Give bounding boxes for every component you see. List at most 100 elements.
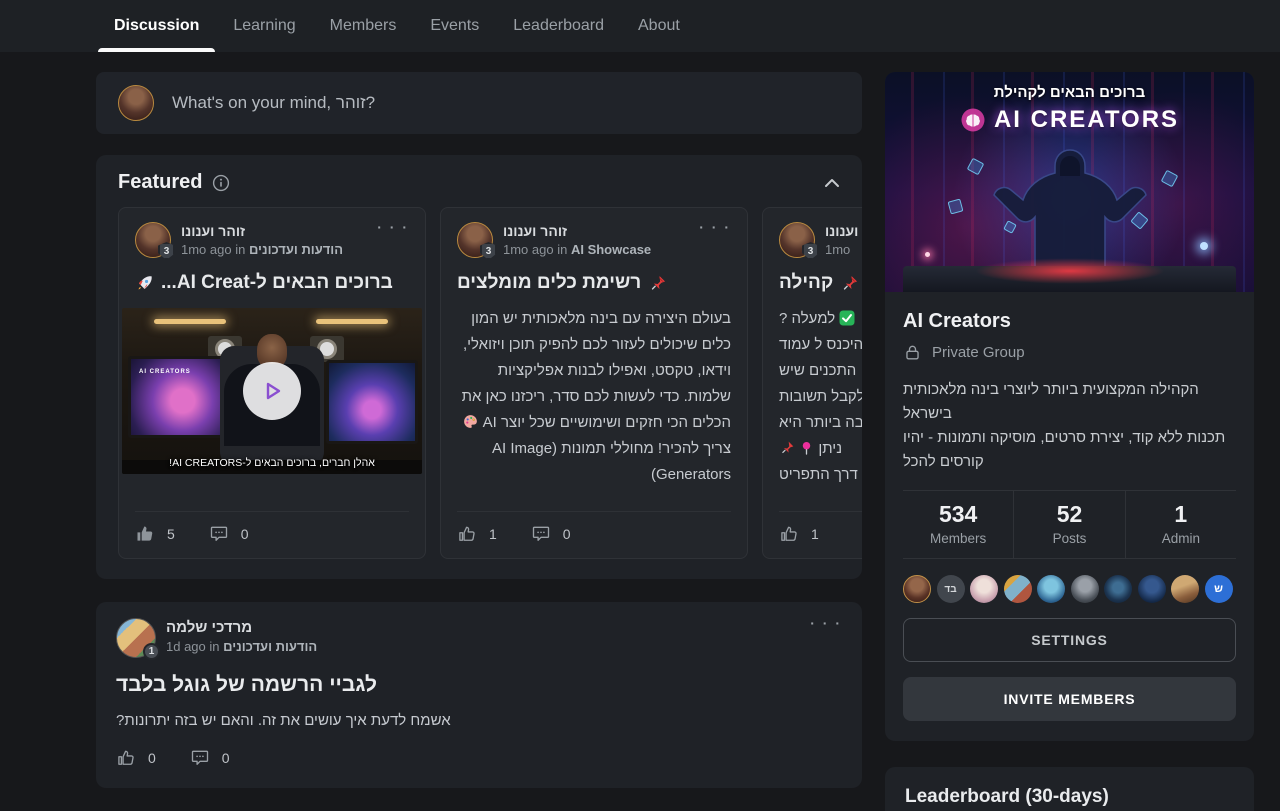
post-footer: 1 xyxy=(779,511,862,544)
lock-icon xyxy=(903,343,922,362)
author-name[interactable]: זוהר וענונו xyxy=(825,223,862,239)
feed-column: What's on your mind, זוהר? Featured 3 xyxy=(96,72,862,788)
post-body-line: התכנים שיש xyxy=(779,358,862,384)
featured-post-welcome[interactable]: 3 זוהר וענונו 1mo ago in הודעות ועדכונים… xyxy=(118,207,426,559)
group-banner-image[interactable]: ברוכים הבאים לקהילת AI CREATORS xyxy=(885,72,1254,292)
post-title[interactable]: ברוכים הבאים ל-AI Creat... xyxy=(135,272,409,294)
tab-leaderboard[interactable]: Leaderboard xyxy=(513,0,604,52)
member-avatar-initials[interactable]: בד xyxy=(937,575,965,603)
author-name[interactable]: מרדכי שלמה xyxy=(166,619,317,636)
post-meta: 1mo xyxy=(825,242,862,257)
group-info-card: ברוכים הבאים לקהילת AI CREATORS AI Creat… xyxy=(885,72,1254,741)
post-channel[interactable]: הודעות ועדכונים xyxy=(249,242,343,257)
post-body-line: לקבל תשובות xyxy=(779,384,862,410)
comment-button-bubble-icon[interactable] xyxy=(531,524,551,544)
post-time: 1mo xyxy=(825,242,850,257)
stat-members[interactable]: 534 Members xyxy=(903,491,1013,558)
comment-count: 0 xyxy=(222,750,230,766)
collapse-chevron-up-icon[interactable] xyxy=(824,178,840,188)
palette-icon xyxy=(462,413,479,430)
stat-posts[interactable]: 52 Posts xyxy=(1013,491,1124,558)
composer-placeholder: What's on your mind, זוהר? xyxy=(172,93,375,113)
feed-post-google-signup[interactable]: 1 מרדכי שלמה 1d ago in הודעות ועדכונים ל… xyxy=(96,602,862,788)
post-title[interactable]: לגביי הרשמה של גוגל בלבד xyxy=(116,673,842,697)
post-title-text: רשימת כלים מומלצים xyxy=(457,272,641,294)
post-footer: 1 0 xyxy=(457,511,731,544)
post-title[interactable]: רשימת כלים מומלצים xyxy=(457,272,731,294)
comment-button-bubble-icon[interactable] xyxy=(190,748,210,768)
post-title[interactable]: קהילה xyxy=(779,272,862,294)
rocket-icon xyxy=(135,274,154,293)
play-button[interactable] xyxy=(243,362,301,420)
author-name[interactable]: זוהר וענונו xyxy=(181,223,343,239)
author-avatar[interactable]: 3 xyxy=(457,222,493,258)
featured-title: Featured xyxy=(118,171,202,194)
level-badge: 3 xyxy=(158,242,175,260)
tab-events[interactable]: Events xyxy=(430,0,479,52)
author-avatar[interactable]: 3 xyxy=(135,222,171,258)
banner-title-row: AI CREATORS xyxy=(885,106,1254,134)
sidebar-column: ברוכים הבאים לקהילת AI CREATORS AI Creat… xyxy=(885,72,1254,811)
group-name: AI Creators xyxy=(903,310,1236,333)
stat-value: 1 xyxy=(1126,501,1236,528)
post-body-line: דרך התפריט xyxy=(779,462,862,488)
author-name[interactable]: זוהר וענונו xyxy=(503,223,651,239)
post-footer: 0 0 xyxy=(116,748,842,768)
post-composer[interactable]: What's on your mind, זוהר? xyxy=(96,72,862,134)
featured-header: Featured xyxy=(118,171,862,194)
comment-button-bubble-icon[interactable] xyxy=(209,524,229,544)
tab-about[interactable]: About xyxy=(638,0,680,52)
featured-section: Featured 3 זוהר וענונו xyxy=(96,155,862,579)
video-thumbnail[interactable]: AI CREATORS אהלן חברים, ברוכים הבאים ל-A… xyxy=(122,308,422,474)
post-body-text: בעולם היצירה עם בינה מלאכותית יש המון כל… xyxy=(462,310,731,431)
pushpin-icon xyxy=(840,274,859,293)
post-body-line: היכנס ל עמוד xyxy=(779,332,862,358)
featured-post-tools-list[interactable]: 3 זוהר וענונו 1mo ago in AI Showcase רשי… xyxy=(440,207,748,559)
member-avatar[interactable] xyxy=(970,575,998,603)
monitor-right-decoration xyxy=(326,360,418,444)
banner-text-block: ברוכים הבאים לקהילת AI CREATORS xyxy=(885,84,1254,134)
tab-members[interactable]: Members xyxy=(330,0,397,52)
like-button-thumb-icon[interactable] xyxy=(779,524,799,544)
post-title-text: ברוכים הבאים ל-AI Creat... xyxy=(161,272,393,294)
like-button-thumb-icon[interactable] xyxy=(457,524,477,544)
member-avatar[interactable] xyxy=(1004,575,1032,603)
featured-post-community[interactable]: 3 זוהר וענונו 1mo קהילה xyxy=(762,207,862,559)
video-caption: אהלן חברים, ברוכים הבאים ל-AI CREATORS! xyxy=(122,457,422,469)
video-monitor-logo: AI CREATORS xyxy=(139,369,191,375)
tab-learning[interactable]: Learning xyxy=(233,0,295,52)
post-menu-ellipsis-icon[interactable] xyxy=(810,618,842,658)
leaderboard-title: Leaderboard (30-days) xyxy=(905,786,1234,808)
post-header: 3 זוהר וענונו 1mo xyxy=(779,222,862,258)
post-menu-ellipsis-icon[interactable] xyxy=(377,222,409,258)
post-header: 3 זוהר וענונו 1mo ago in הודעות ועדכונים xyxy=(135,222,409,258)
author-avatar[interactable]: 3 xyxy=(779,222,815,258)
settings-button[interactable]: SETTINGS xyxy=(903,618,1236,662)
like-button-thumb-icon[interactable] xyxy=(116,748,136,768)
member-avatar[interactable] xyxy=(1071,575,1099,603)
post-meta: 1mo ago in AI Showcase xyxy=(503,242,651,257)
like-button-thumb-icon[interactable] xyxy=(135,524,155,544)
stat-admin[interactable]: 1 Admin xyxy=(1125,491,1236,558)
member-avatar[interactable] xyxy=(1138,575,1166,603)
like-count: 1 xyxy=(811,526,819,542)
group-privacy-label: Private Group xyxy=(932,344,1025,361)
info-icon[interactable] xyxy=(212,174,230,192)
stat-label: Admin xyxy=(1126,531,1236,546)
stat-value: 534 xyxy=(903,501,1013,528)
member-avatar[interactable] xyxy=(1037,575,1065,603)
tab-discussion[interactable]: Discussion xyxy=(114,0,199,52)
invite-members-button[interactable]: INVITE MEMBERS xyxy=(903,677,1236,721)
member-avatar-initials[interactable]: ש xyxy=(1205,575,1233,603)
member-avatar[interactable] xyxy=(1171,575,1199,603)
post-menu-ellipsis-icon[interactable] xyxy=(699,222,731,258)
group-description-line: תכנות ללא קוד, יצירת סרטים, מוסיקה ותמונ… xyxy=(903,426,1236,474)
member-avatar[interactable] xyxy=(903,575,931,603)
round-pin-icon xyxy=(799,441,814,456)
member-avatar[interactable] xyxy=(1104,575,1132,603)
post-channel[interactable]: AI Showcase xyxy=(571,242,651,257)
post-channel[interactable]: הודעות ועדכונים xyxy=(223,639,317,654)
author-avatar[interactable]: 1 xyxy=(116,618,156,658)
group-stats: 534 Members 52 Posts 1 Admin xyxy=(903,490,1236,559)
main-layout: What's on your mind, זוהר? Featured 3 xyxy=(0,52,1280,811)
